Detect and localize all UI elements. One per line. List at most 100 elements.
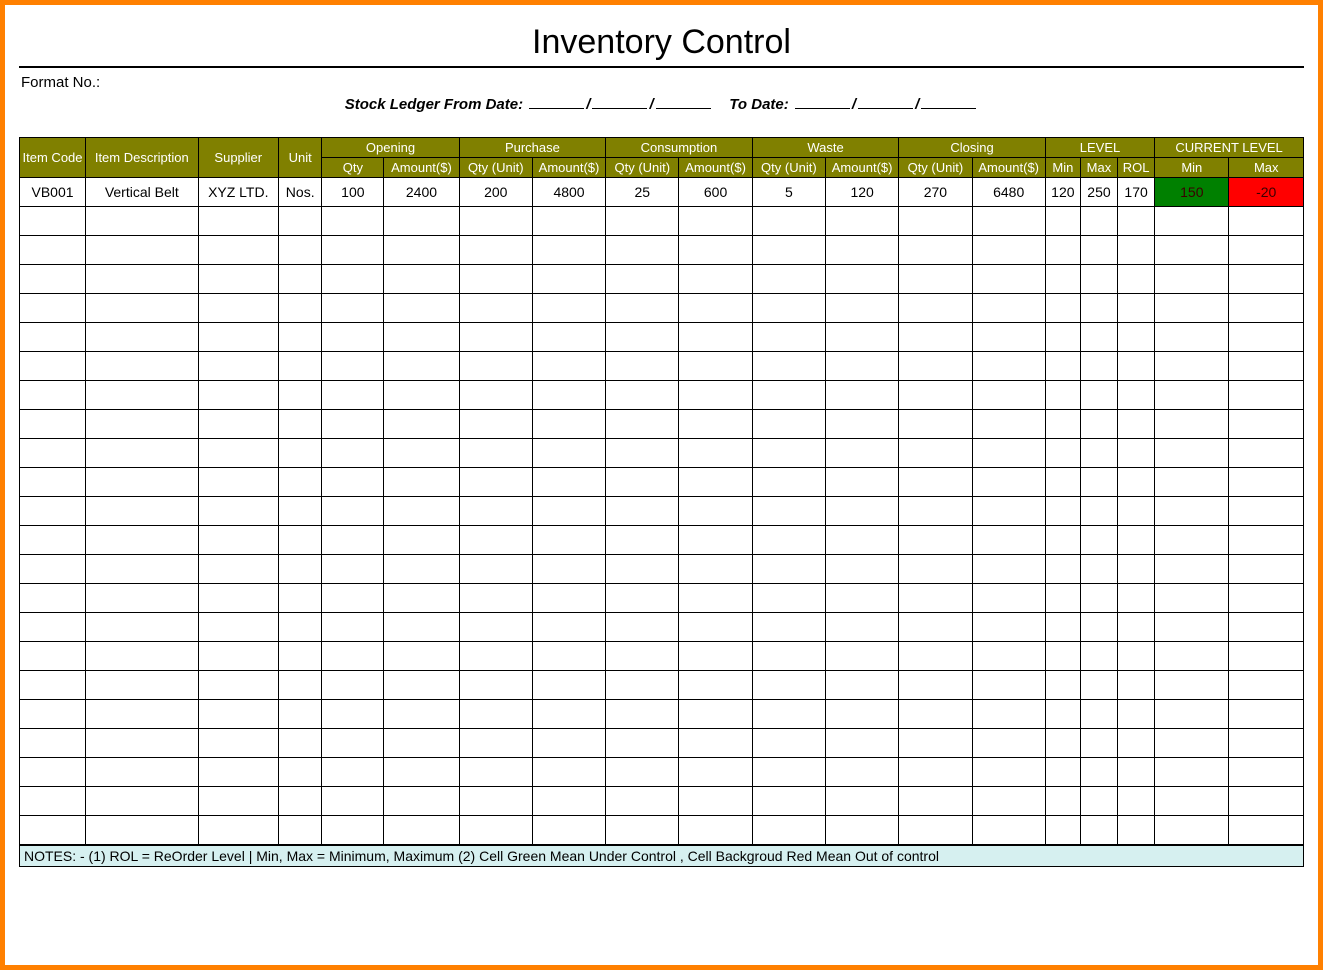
empty-cell[interactable]: [198, 816, 279, 845]
empty-cell[interactable]: [1155, 207, 1229, 236]
empty-cell[interactable]: [459, 497, 532, 526]
empty-cell[interactable]: [20, 613, 86, 642]
empty-cell[interactable]: [606, 671, 679, 700]
empty-cell[interactable]: [1045, 787, 1080, 816]
empty-cell[interactable]: [532, 613, 605, 642]
empty-cell[interactable]: [1155, 729, 1229, 758]
empty-cell[interactable]: [384, 236, 459, 265]
empty-cell[interactable]: [1080, 613, 1117, 642]
empty-cell[interactable]: [606, 381, 679, 410]
empty-cell[interactable]: [532, 381, 605, 410]
empty-cell[interactable]: [279, 294, 322, 323]
empty-cell[interactable]: [1045, 439, 1080, 468]
empty-cell[interactable]: [86, 816, 198, 845]
empty-cell[interactable]: [86, 729, 198, 758]
empty-cell[interactable]: [1045, 642, 1080, 671]
empty-cell[interactable]: [384, 613, 459, 642]
empty-cell[interactable]: [972, 555, 1045, 584]
empty-cell[interactable]: [679, 439, 752, 468]
empty-cell[interactable]: [322, 816, 384, 845]
empty-cell[interactable]: [606, 787, 679, 816]
empty-cell[interactable]: [322, 729, 384, 758]
empty-cell[interactable]: [606, 613, 679, 642]
empty-cell[interactable]: [1155, 323, 1229, 352]
empty-cell[interactable]: [825, 729, 898, 758]
empty-cell[interactable]: [279, 613, 322, 642]
empty-cell[interactable]: [1045, 468, 1080, 497]
empty-cell[interactable]: [1118, 207, 1155, 236]
empty-cell[interactable]: [86, 642, 198, 671]
empty-cell[interactable]: [20, 555, 86, 584]
empty-cell[interactable]: [679, 323, 752, 352]
empty-cell[interactable]: [1229, 816, 1304, 845]
empty-cell[interactable]: [198, 642, 279, 671]
empty-cell[interactable]: [279, 787, 322, 816]
empty-cell[interactable]: [198, 207, 279, 236]
empty-cell[interactable]: [384, 555, 459, 584]
empty-cell[interactable]: [322, 207, 384, 236]
empty-cell[interactable]: [899, 555, 972, 584]
empty-cell[interactable]: [606, 729, 679, 758]
empty-cell[interactable]: [1229, 526, 1304, 555]
empty-cell[interactable]: [459, 323, 532, 352]
empty-cell[interactable]: [1045, 497, 1080, 526]
empty-cell[interactable]: [279, 671, 322, 700]
empty-cell[interactable]: [1229, 642, 1304, 671]
empty-cell[interactable]: [825, 410, 898, 439]
empty-cell[interactable]: [198, 700, 279, 729]
empty-cell[interactable]: [679, 265, 752, 294]
empty-cell[interactable]: [1229, 497, 1304, 526]
cell-level_max[interactable]: 250: [1080, 178, 1117, 207]
empty-cell[interactable]: [1080, 207, 1117, 236]
empty-cell[interactable]: [384, 410, 459, 439]
empty-cell[interactable]: [532, 468, 605, 497]
empty-cell[interactable]: [532, 729, 605, 758]
empty-cell[interactable]: [1118, 526, 1155, 555]
empty-cell[interactable]: [972, 642, 1045, 671]
empty-cell[interactable]: [20, 323, 86, 352]
empty-cell[interactable]: [606, 207, 679, 236]
empty-cell[interactable]: [899, 729, 972, 758]
empty-cell[interactable]: [679, 410, 752, 439]
empty-cell[interactable]: [279, 236, 322, 265]
empty-cell[interactable]: [279, 758, 322, 787]
from-year-field[interactable]: [656, 95, 711, 109]
empty-cell[interactable]: [606, 352, 679, 381]
empty-cell[interactable]: [606, 642, 679, 671]
empty-cell[interactable]: [679, 497, 752, 526]
empty-cell[interactable]: [606, 410, 679, 439]
empty-cell[interactable]: [1080, 526, 1117, 555]
empty-cell[interactable]: [1080, 729, 1117, 758]
empty-cell[interactable]: [322, 700, 384, 729]
cell-supplier[interactable]: XYZ LTD.: [198, 178, 279, 207]
empty-cell[interactable]: [459, 584, 532, 613]
empty-cell[interactable]: [1045, 236, 1080, 265]
empty-cell[interactable]: [899, 236, 972, 265]
empty-cell[interactable]: [1155, 613, 1229, 642]
cell-item_code[interactable]: VB001: [20, 178, 86, 207]
empty-cell[interactable]: [1155, 584, 1229, 613]
empty-cell[interactable]: [322, 758, 384, 787]
empty-cell[interactable]: [86, 439, 198, 468]
empty-cell[interactable]: [322, 352, 384, 381]
empty-cell[interactable]: [1045, 265, 1080, 294]
empty-cell[interactable]: [606, 439, 679, 468]
empty-cell[interactable]: [532, 555, 605, 584]
empty-cell[interactable]: [20, 236, 86, 265]
empty-cell[interactable]: [1080, 410, 1117, 439]
empty-cell[interactable]: [198, 323, 279, 352]
empty-cell[interactable]: [679, 758, 752, 787]
empty-cell[interactable]: [1118, 352, 1155, 381]
empty-cell[interactable]: [86, 526, 198, 555]
empty-cell[interactable]: [972, 265, 1045, 294]
to-day-field[interactable]: [795, 95, 850, 109]
empty-cell[interactable]: [384, 207, 459, 236]
empty-cell[interactable]: [972, 207, 1045, 236]
empty-cell[interactable]: [679, 207, 752, 236]
empty-cell[interactable]: [679, 352, 752, 381]
empty-cell[interactable]: [972, 323, 1045, 352]
empty-cell[interactable]: [679, 787, 752, 816]
empty-cell[interactable]: [322, 526, 384, 555]
empty-cell[interactable]: [198, 381, 279, 410]
empty-cell[interactable]: [279, 468, 322, 497]
